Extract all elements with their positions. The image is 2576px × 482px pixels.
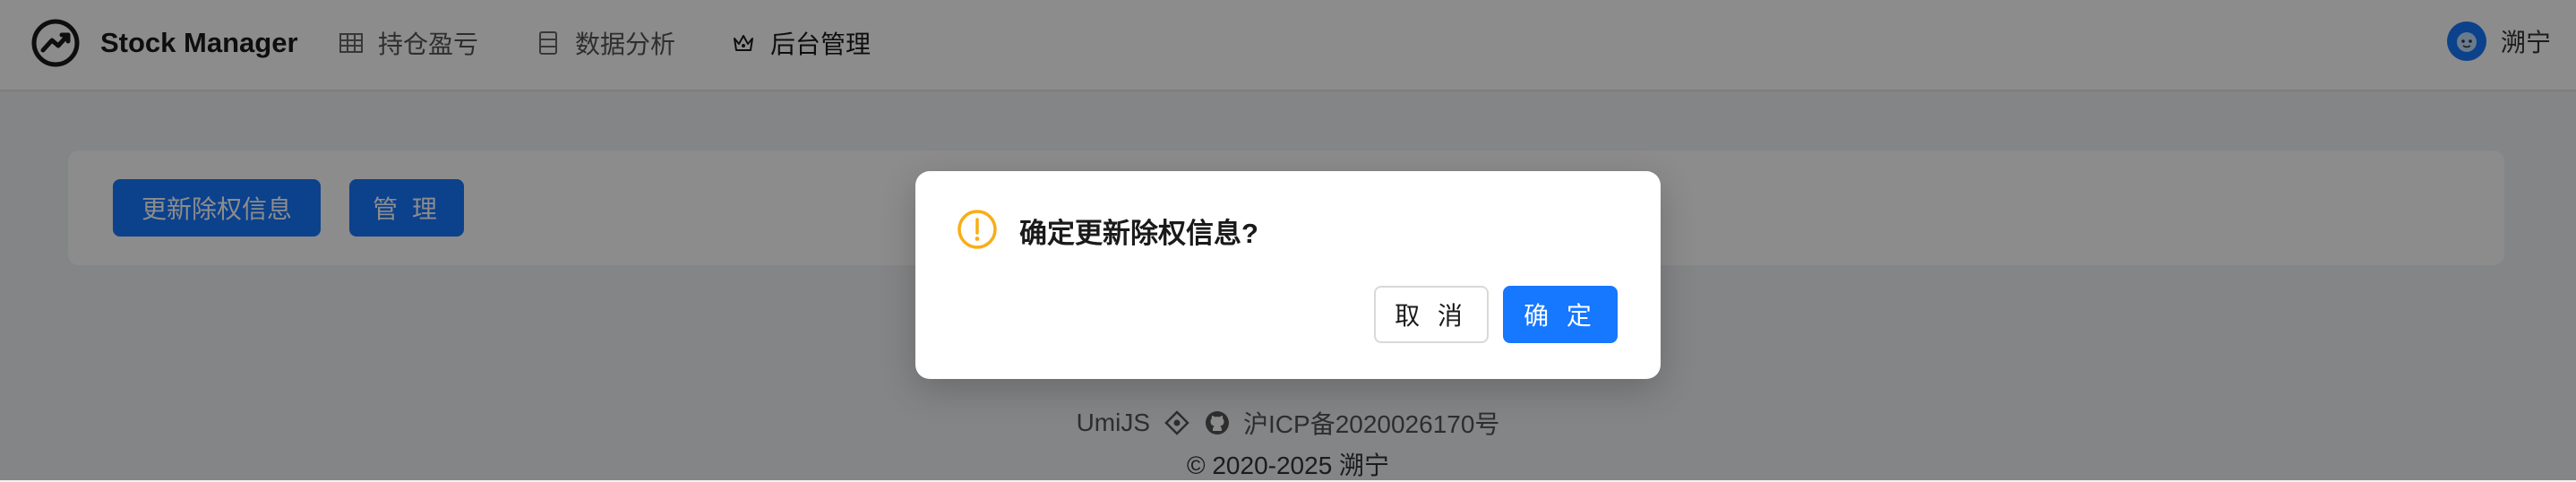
cancel-button[interactable]: 取 消 — [1374, 286, 1489, 343]
exclamation-circle-icon — [957, 210, 997, 249]
confirm-button[interactable]: 确 定 — [1503, 286, 1618, 343]
modal-message: 确定更新除权信息? — [1019, 218, 1258, 249]
confirm-modal: 确定更新除权信息? 取 消 确 定 — [915, 171, 1661, 379]
